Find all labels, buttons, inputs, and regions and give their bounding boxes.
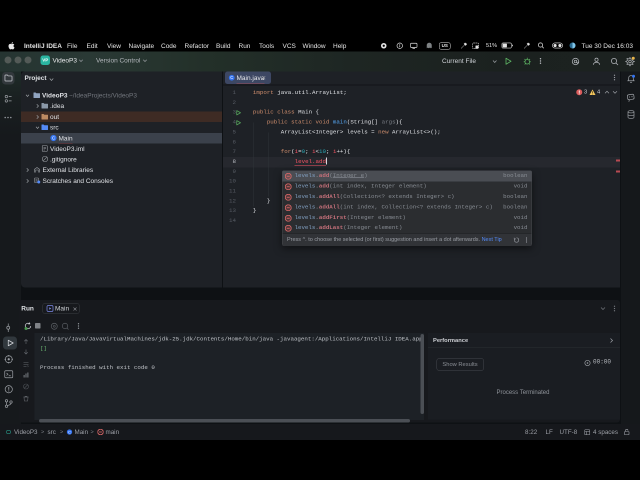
svg-text:C: C	[68, 430, 71, 434]
svg-text:C: C	[230, 75, 233, 80]
